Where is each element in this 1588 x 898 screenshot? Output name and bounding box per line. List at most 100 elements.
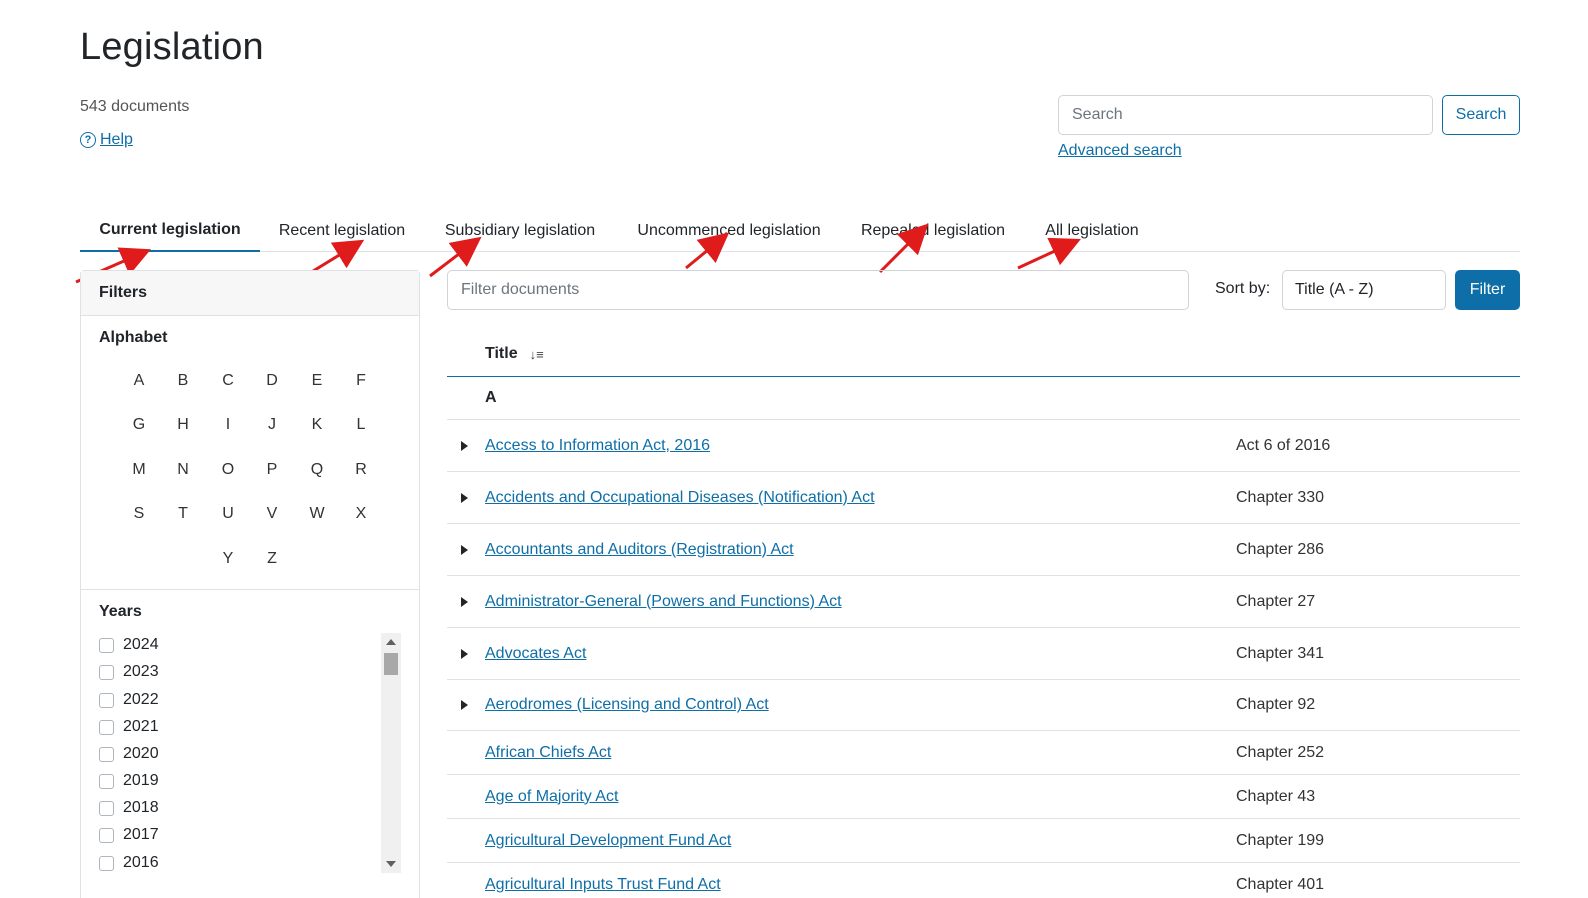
table-row[interactable]: Age of Majority Act Chapter 43 bbox=[447, 775, 1520, 819]
table-row[interactable]: Advocates Act Chapter 341 bbox=[447, 628, 1520, 680]
letter-n[interactable]: N bbox=[168, 461, 198, 479]
legislation-number: Chapter 341 bbox=[1236, 644, 1325, 662]
legislation-title-link[interactable]: Administrator-General (Powers and Functi… bbox=[485, 593, 842, 611]
letter-d[interactable]: D bbox=[257, 372, 287, 390]
expand-caret-icon[interactable] bbox=[461, 440, 468, 451]
letter-e[interactable]: E bbox=[302, 372, 332, 390]
filters-heading: Filters bbox=[81, 271, 419, 316]
legislation-title-link[interactable]: Advocates Act bbox=[485, 645, 586, 663]
letter-k[interactable]: K bbox=[302, 416, 332, 434]
year-option[interactable]: 2020 bbox=[99, 745, 159, 763]
legislation-number: Chapter 286 bbox=[1236, 540, 1325, 558]
letter-m[interactable]: M bbox=[124, 461, 154, 479]
year-checkbox[interactable] bbox=[99, 773, 114, 789]
legislation-number: Chapter 199 bbox=[1236, 831, 1325, 849]
year-option[interactable]: 2022 bbox=[99, 691, 159, 709]
year-option[interactable]: 2016 bbox=[99, 854, 159, 872]
letter-h[interactable]: H bbox=[168, 416, 198, 434]
letter-b[interactable]: B bbox=[168, 372, 198, 390]
letter-p[interactable]: P bbox=[257, 461, 287, 479]
letter-a[interactable]: A bbox=[124, 372, 154, 390]
legislation-title-link[interactable]: Accountants and Auditors (Registration) … bbox=[485, 541, 794, 559]
letter-s[interactable]: S bbox=[124, 505, 154, 523]
letter-f[interactable]: F bbox=[346, 372, 376, 390]
legislation-number: Act 6 of 2016 bbox=[1236, 436, 1331, 454]
sort-order-icon[interactable]: ↓≡ bbox=[530, 347, 544, 362]
year-label: 2020 bbox=[123, 745, 159, 762]
year-option[interactable]: 2018 bbox=[99, 799, 159, 817]
year-checkbox[interactable] bbox=[99, 664, 114, 680]
year-checkbox[interactable] bbox=[99, 746, 114, 762]
expand-caret-icon[interactable] bbox=[461, 544, 468, 555]
legislation-title-link[interactable]: Age of Majority Act bbox=[485, 788, 618, 806]
letter-z[interactable]: Z bbox=[257, 550, 287, 568]
table-row[interactable]: Accountants and Auditors (Registration) … bbox=[447, 524, 1520, 576]
filter-button[interactable]: Filter bbox=[1455, 270, 1520, 310]
legislation-title-link[interactable]: Access to Information Act, 2016 bbox=[485, 437, 710, 455]
year-option[interactable]: 2017 bbox=[99, 826, 159, 844]
letter-g[interactable]: G bbox=[124, 416, 154, 434]
legislation-title-link[interactable]: Agricultural Inputs Trust Fund Act bbox=[485, 876, 721, 894]
expand-caret-icon[interactable] bbox=[461, 648, 468, 659]
legislation-title-link[interactable]: Aerodromes (Licensing and Control) Act bbox=[485, 696, 769, 714]
group-letter-row: A bbox=[447, 377, 1520, 420]
table-row[interactable]: Accidents and Occupational Diseases (Not… bbox=[447, 472, 1520, 524]
year-checkbox[interactable] bbox=[99, 855, 114, 871]
table-row[interactable]: Aerodromes (Licensing and Control) Act C… bbox=[447, 680, 1520, 731]
year-label: 2023 bbox=[123, 663, 159, 680]
year-checkbox[interactable] bbox=[99, 800, 114, 816]
letter-i[interactable]: I bbox=[213, 416, 243, 434]
year-checkbox[interactable] bbox=[99, 827, 114, 843]
letter-w[interactable]: W bbox=[302, 505, 332, 523]
year-label: 2024 bbox=[123, 636, 159, 653]
letter-c[interactable]: C bbox=[213, 372, 243, 390]
letter-r[interactable]: R bbox=[346, 461, 376, 479]
year-option[interactable]: 2019 bbox=[99, 772, 159, 790]
letter-l[interactable]: L bbox=[346, 416, 376, 434]
legislation-title-link[interactable]: African Chiefs Act bbox=[485, 744, 611, 762]
letter-t[interactable]: T bbox=[168, 505, 198, 523]
expand-caret-icon[interactable] bbox=[461, 596, 468, 607]
year-label: 2016 bbox=[123, 854, 159, 871]
year-label: 2019 bbox=[123, 772, 159, 789]
letter-j[interactable]: J bbox=[257, 416, 287, 434]
year-option[interactable]: 2021 bbox=[99, 718, 159, 736]
table-row[interactable]: Administrator-General (Powers and Functi… bbox=[447, 576, 1520, 628]
table-row[interactable]: African Chiefs Act Chapter 252 bbox=[447, 731, 1520, 775]
letter-u[interactable]: U bbox=[213, 505, 243, 523]
year-checkbox[interactable] bbox=[99, 637, 114, 653]
table-row[interactable]: Agricultural Development Fund Act Chapte… bbox=[447, 819, 1520, 863]
table-row[interactable]: Agricultural Inputs Trust Fund Act Chapt… bbox=[447, 863, 1520, 898]
year-label: 2017 bbox=[123, 826, 159, 843]
arrow-icon bbox=[878, 223, 929, 274]
table-row[interactable]: Access to Information Act, 2016 Act 6 of… bbox=[447, 420, 1520, 472]
table-header: Title ↓≡ bbox=[447, 332, 1520, 377]
legislation-title-link[interactable]: Agricultural Development Fund Act bbox=[485, 832, 731, 850]
expand-caret-icon[interactable] bbox=[461, 700, 468, 710]
year-checkbox[interactable] bbox=[99, 719, 114, 735]
scroll-up-icon[interactable] bbox=[386, 639, 396, 645]
letter-x[interactable]: X bbox=[346, 505, 376, 523]
expand-caret-icon[interactable] bbox=[461, 492, 468, 503]
legislation-number: Chapter 27 bbox=[1236, 592, 1316, 610]
arrow-icon bbox=[685, 232, 730, 270]
years-scrollbar[interactable] bbox=[381, 633, 401, 873]
letter-o[interactable]: O bbox=[213, 461, 243, 479]
letter-q[interactable]: Q bbox=[302, 461, 332, 479]
legislation-title-link[interactable]: Accidents and Occupational Diseases (Not… bbox=[485, 489, 875, 507]
sort-select[interactable]: Title (A - Z) bbox=[1282, 270, 1446, 310]
arrow-icon bbox=[1017, 237, 1081, 270]
year-option[interactable]: 2024 bbox=[99, 636, 159, 654]
letter-v[interactable]: V bbox=[257, 505, 287, 523]
letter-y[interactable]: Y bbox=[213, 550, 243, 568]
sort-label: Sort by: bbox=[1215, 280, 1271, 297]
scroll-thumb[interactable] bbox=[384, 653, 398, 675]
legislation-number: Chapter 43 bbox=[1236, 787, 1316, 805]
alphabet-title: Alphabet bbox=[99, 329, 168, 346]
year-checkbox[interactable] bbox=[99, 692, 114, 708]
filter-divider bbox=[81, 589, 419, 590]
scroll-down-icon[interactable] bbox=[386, 861, 396, 867]
year-option[interactable]: 2023 bbox=[99, 663, 159, 681]
filter-documents-input[interactable]: Filter documents bbox=[447, 270, 1189, 310]
title-column-header[interactable]: Title bbox=[485, 345, 518, 363]
